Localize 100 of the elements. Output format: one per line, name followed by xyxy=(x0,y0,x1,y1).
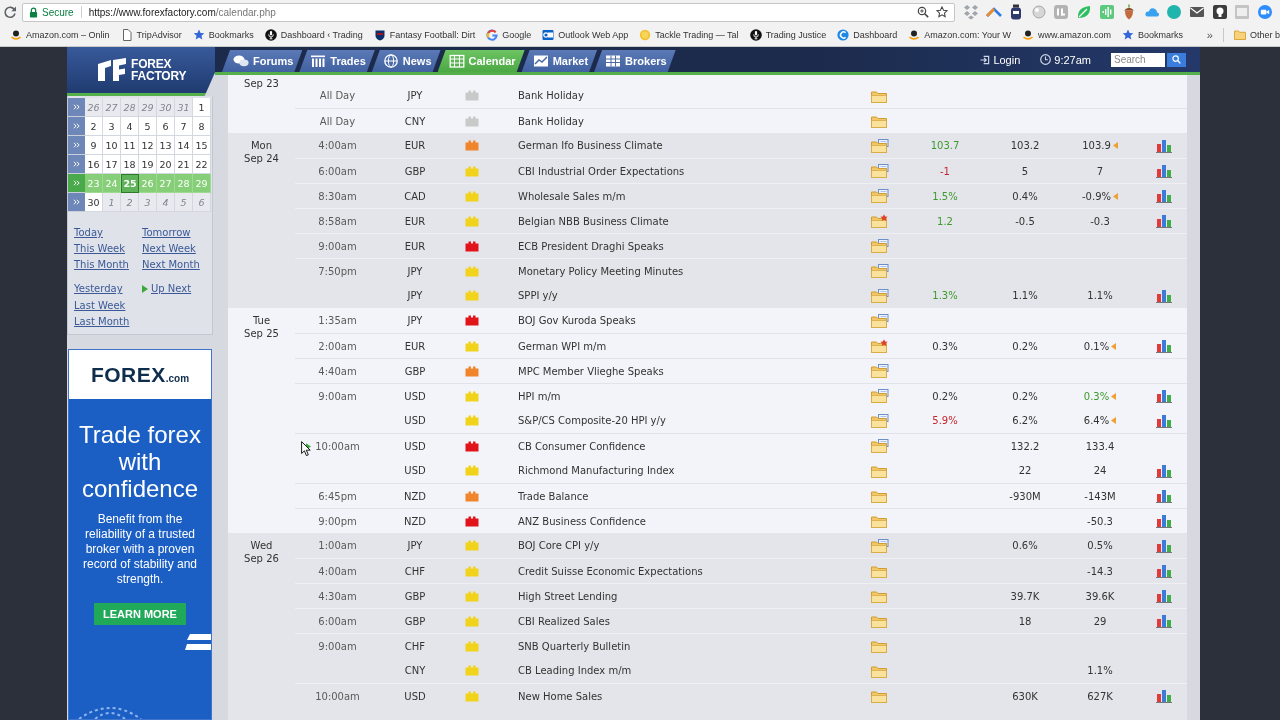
event-title[interactable]: CBI Industrial Order Expectations xyxy=(518,165,685,177)
calendar-day[interactable]: 19 xyxy=(139,155,157,174)
date-range-link[interactable]: Yesterday xyxy=(74,281,123,297)
event-title[interactable]: Belgian NBB Business Climate xyxy=(518,215,669,227)
event-title[interactable]: CBI Realized Sales xyxy=(518,615,610,627)
bookmark-link[interactable]: Dashboard xyxy=(833,29,902,41)
bookmark-link[interactable]: www.amazon.com xyxy=(1017,29,1115,41)
bookmark-link[interactable]: Bookmarks xyxy=(188,29,258,41)
folder-document-icon[interactable] xyxy=(871,138,889,153)
event-title[interactable]: Credit Suisse Economic Expectations xyxy=(518,565,703,577)
folder-star-icon[interactable] xyxy=(871,339,889,353)
reload-icon[interactable] xyxy=(3,5,17,19)
event-title[interactable]: Monetary Policy Meeting Minutes xyxy=(518,265,684,277)
event-title[interactable]: German Ifo Business Climate xyxy=(518,140,663,151)
event-title[interactable]: Bank Holiday xyxy=(518,115,584,127)
date-range-link[interactable]: Next Week xyxy=(142,241,196,257)
date-range-link[interactable]: Last Month xyxy=(74,314,130,330)
folder-icon[interactable] xyxy=(871,639,889,653)
event-title[interactable]: New Home Sales xyxy=(518,690,603,702)
nav-tab[interactable]: Brokers xyxy=(594,50,676,72)
bookmark-link[interactable]: Fantasy Football: Dirt xyxy=(369,29,480,41)
event-title[interactable]: High Street Lending xyxy=(518,590,618,602)
bookmark-link[interactable]: Dashboard ‹ Trading xyxy=(260,29,367,41)
search-field[interactable]: Search xyxy=(1111,52,1165,67)
event-title[interactable]: Bank Holiday xyxy=(518,90,584,101)
bar-chart-icon[interactable] xyxy=(1155,564,1172,578)
bar-chart-icon[interactable] xyxy=(1155,164,1172,178)
calendar-day[interactable]: 1 xyxy=(193,98,211,117)
calendar-day[interactable]: 21 xyxy=(175,155,193,174)
camera-icon[interactable] xyxy=(1256,4,1273,20)
nav-tab[interactable]: News xyxy=(371,50,441,72)
bookmark-link[interactable]: Amazon.com – Onlin xyxy=(6,29,114,41)
folder-icon[interactable] xyxy=(871,564,889,578)
bar-chart-icon[interactable] xyxy=(1155,514,1172,528)
date-range-link[interactable]: Last Week xyxy=(74,298,126,314)
calendar-day[interactable]: 10 xyxy=(103,136,121,155)
date-range-link[interactable]: Tomorrow xyxy=(142,225,191,241)
search-button[interactable] xyxy=(1167,52,1186,67)
calendar-day[interactable]: 3 xyxy=(103,117,121,136)
calendar-day[interactable]: 16 xyxy=(85,155,103,174)
square-icon[interactable] xyxy=(1234,4,1251,20)
event-title[interactable]: CB Leading Index m/m xyxy=(518,665,632,676)
calendar-day[interactable]: 20 xyxy=(157,155,175,174)
bar-chart-icon[interactable] xyxy=(1155,189,1172,203)
event-title[interactable]: SNB Quarterly Bulletin xyxy=(518,640,631,652)
event-title[interactable]: Richmond Manufacturing Index xyxy=(518,465,675,476)
bookmark-link[interactable]: TripAdvisor xyxy=(116,29,186,41)
folder-document-icon[interactable] xyxy=(871,239,889,253)
calendar-day[interactable]: 11 xyxy=(121,136,139,155)
nav-tab[interactable]: Trades xyxy=(299,50,375,72)
calendar-day[interactable]: 12 xyxy=(139,136,157,155)
date-range-link[interactable]: This Week xyxy=(74,241,125,257)
folder-document-icon[interactable] xyxy=(871,439,889,453)
calendar-day[interactable]: 30 xyxy=(85,193,103,212)
event-title[interactable]: CB Consumer Confidence xyxy=(518,440,646,452)
nav-tab[interactable]: Market xyxy=(521,50,598,72)
calendar-day[interactable]: 22 xyxy=(193,155,211,174)
ball-icon[interactable] xyxy=(1030,4,1047,20)
calendar-day[interactable]: 2 xyxy=(85,117,103,136)
folder-icon[interactable] xyxy=(871,489,889,503)
calendar-day[interactable]: 6 xyxy=(157,117,175,136)
folder-icon[interactable] xyxy=(871,589,889,603)
folder-icon[interactable] xyxy=(871,663,889,678)
bookmark-link[interactable]: Google xyxy=(482,29,536,41)
folder-document-icon[interactable] xyxy=(871,288,889,303)
folder-icon[interactable] xyxy=(871,88,889,103)
other-bookmarks-link[interactable]: Other b xyxy=(1230,29,1280,41)
bar-chart-icon[interactable] xyxy=(1155,589,1172,603)
bookmark-link[interactable]: Tackle Trading — Tal xyxy=(635,29,743,41)
folder-document-icon[interactable] xyxy=(871,538,889,553)
logo-banner[interactable]: FOREX FACTORY xyxy=(67,47,215,96)
bar-chart-icon[interactable] xyxy=(1155,288,1172,303)
event-title[interactable]: HPI m/m xyxy=(518,390,561,402)
keyhole-icon[interactable] xyxy=(1211,4,1228,20)
event-title[interactable]: MPC Member Vlieghe Speaks xyxy=(518,365,664,377)
calendar-day[interactable]: 17 xyxy=(103,155,121,174)
equalizer-icon[interactable] xyxy=(1098,4,1115,20)
circle-icon[interactable] xyxy=(1166,4,1183,20)
week-select-button[interactable] xyxy=(68,98,85,117)
folder-icon[interactable] xyxy=(871,114,889,128)
calendar-day[interactable]: 18 xyxy=(121,155,139,174)
calendar-day[interactable]: 5 xyxy=(139,117,157,136)
week-select-button[interactable] xyxy=(68,193,85,212)
tile-icon[interactable] xyxy=(1053,4,1070,20)
folder-document-icon[interactable] xyxy=(871,189,889,203)
folder-document-icon[interactable] xyxy=(871,389,889,403)
event-title[interactable]: BOJ Gov Kuroda Speaks xyxy=(518,315,636,326)
bookmark-link[interactable]: Amazon.com: Your W xyxy=(904,29,1015,41)
week-select-button[interactable] xyxy=(68,155,85,174)
bar-chart-icon[interactable] xyxy=(1155,538,1172,553)
bar-chart-icon[interactable] xyxy=(1155,614,1172,628)
more-bookmarks-button[interactable]: » xyxy=(1202,29,1217,41)
folder-icon[interactable] xyxy=(871,463,889,478)
calendar-day[interactable]: 8 xyxy=(193,117,211,136)
folder-document-icon[interactable] xyxy=(871,264,889,278)
bar-chart-icon[interactable] xyxy=(1155,689,1172,703)
calendar-day[interactable]: 15 xyxy=(193,136,211,155)
date-range-link[interactable]: Today xyxy=(74,225,103,241)
folder-icon[interactable] xyxy=(871,614,889,628)
date-range-link[interactable]: This Month xyxy=(74,257,129,273)
